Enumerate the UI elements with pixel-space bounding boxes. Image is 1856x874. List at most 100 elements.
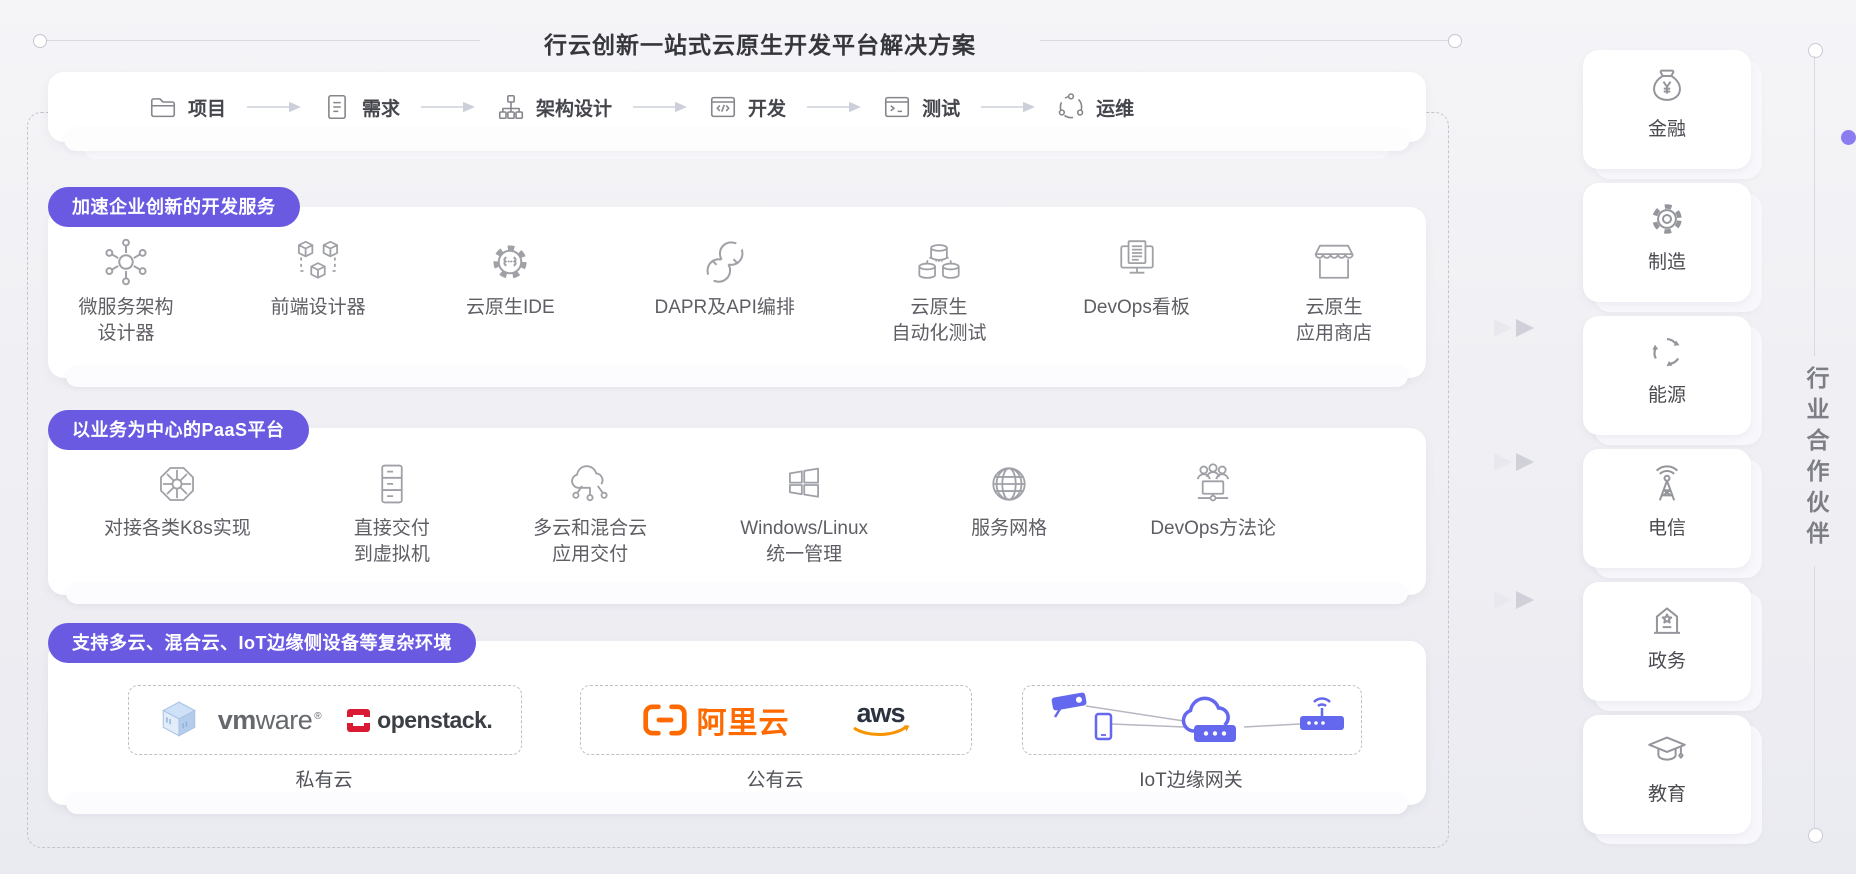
windows-logo-icon <box>778 458 830 510</box>
workflow-row: 项目 需求 架构设计 开发 测试 运维 <box>48 72 1426 142</box>
service-item-label: 多云和混合云应用交付 <box>533 516 647 568</box>
workflow-step-label: 需求 <box>362 94 400 121</box>
title-end-circle-left <box>33 34 47 48</box>
partner-line-top-circle <box>1808 43 1823 58</box>
service-item-label: DevOps看板 <box>1083 295 1190 321</box>
gear-icon <box>1644 196 1690 242</box>
industry-label: 政务 <box>1648 646 1686 673</box>
gear-code-icon <box>483 235 537 289</box>
arrow-right-icon <box>420 101 476 113</box>
purple-dot-decoration <box>1841 130 1856 145</box>
workflow-card: 项目 需求 架构设计 开发 测试 运维 <box>48 72 1426 142</box>
workflow-step-label: 架构设计 <box>536 94 612 121</box>
private-cloud-label: 私有云 <box>128 765 520 792</box>
industry-card-finance: 金融 <box>1583 50 1751 169</box>
folder-icon <box>148 92 178 122</box>
section-card-environments: vmware® openstack. 私有云 阿里云 aws 公有云 IoT边缘… <box>48 641 1426 805</box>
team-board-icon <box>1187 458 1239 510</box>
title-line-right <box>1040 40 1448 41</box>
workflow-step-project: 项目 <box>148 92 226 122</box>
industry-card-telecom: 电信 <box>1583 449 1751 568</box>
industry-label: 教育 <box>1648 779 1686 806</box>
plug-pair-icon <box>698 235 752 289</box>
openstack-mark-icon <box>347 709 370 732</box>
phone-icon <box>1096 714 1111 739</box>
workflow-step-architecture: 架构设计 <box>496 92 612 122</box>
workflow-step-label: 项目 <box>188 94 226 121</box>
title-end-circle-right <box>1448 34 1462 48</box>
service-item-label: DAPR及API编排 <box>654 295 794 321</box>
section-badge-paas: 以业务为中心的PaaS平台 <box>48 410 309 450</box>
service-item-label: 服务网格 <box>971 516 1047 542</box>
arrow-right-icon <box>632 101 688 113</box>
industry-label: 能源 <box>1648 380 1686 407</box>
double-arrow-icon <box>1492 316 1544 340</box>
cubes-icon <box>291 235 345 289</box>
service-item-cloud-test: 云原生自动化测试 <box>891 235 987 347</box>
service-item-win-linux: Windows/Linux统一管理 <box>740 458 868 568</box>
service-item-app-store: 云原生应用商店 <box>1286 235 1382 347</box>
graduation-cap-icon <box>1644 728 1690 774</box>
iot-gateway-box <box>1022 685 1362 755</box>
sitemap-icon <box>496 92 526 122</box>
aws-smile-icon <box>852 725 910 739</box>
camera-icon <box>1051 692 1087 711</box>
double-arrow-icon <box>1492 588 1544 612</box>
service-item-devops-methodology: DevOps方法论 <box>1150 458 1276 542</box>
section-badge-environments: 支持多云、混合云、IoT边缘侧设备等复杂环境 <box>48 623 476 663</box>
section-card-dev-services: 微服务架构设计器 前端设计器 云原生IDE DAPR及API编排 云原生自动化测… <box>48 207 1426 378</box>
page-title: 行云创新一站式云原生开发平台解决方案 <box>480 26 1040 60</box>
service-item-label: 对接各类K8s实现 <box>104 516 251 542</box>
workflow-step-requirement: 需求 <box>322 92 400 122</box>
arrow-right-icon <box>806 101 862 113</box>
service-item-label: 云原生IDE <box>466 295 555 321</box>
k8s-wheel-icon <box>151 458 203 510</box>
cloud-deploy-icon <box>564 458 616 510</box>
service-item-microservice-designer: 微服务架构设计器 <box>78 235 174 347</box>
server-icon <box>366 458 418 510</box>
terminal-icon <box>882 92 912 122</box>
aliyun-bracket-icon <box>643 704 687 736</box>
arrow-right-icon <box>980 101 1036 113</box>
ops-cycle-icon <box>1056 92 1086 122</box>
money-bag-icon <box>1644 63 1690 109</box>
service-row: 微服务架构设计器 前端设计器 云原生IDE DAPR及API编排 云原生自动化测… <box>48 207 1426 347</box>
public-cloud-box: 阿里云 aws <box>580 685 972 755</box>
service-item-service-mesh: 服务网格 <box>961 458 1057 542</box>
document-icon <box>322 92 352 122</box>
workflow-step-ops: 运维 <box>1056 92 1134 122</box>
service-item-label: Windows/Linux统一管理 <box>740 516 868 568</box>
service-item-label: DevOps方法论 <box>1150 516 1276 542</box>
section-card-paas: 对接各类K8s实现 直接交付到虚拟机 多云和混合云应用交付 Windows/Li… <box>48 428 1426 595</box>
service-item-devops-board: DevOps看板 <box>1083 235 1190 321</box>
government-icon <box>1644 595 1690 641</box>
service-item-cloud-native-ide: 云原生IDE <box>462 235 558 321</box>
cloud-gateway-icon <box>1183 698 1236 742</box>
industry-card-education: 教育 <box>1583 715 1751 834</box>
partner-line-upper <box>1814 56 1815 356</box>
service-item-label: 微服务架构设计器 <box>78 295 173 347</box>
service-item-label: 直接交付到虚拟机 <box>354 516 430 568</box>
microservice-hub-icon <box>99 235 153 289</box>
code-window-icon <box>708 92 738 122</box>
double-arrow-icon <box>1492 450 1544 474</box>
virtual-box-icon <box>158 699 200 741</box>
industry-label: 制造 <box>1648 247 1686 274</box>
section-badge-dev-services: 加速企业创新的开发服务 <box>48 187 300 227</box>
workflow-step-label: 测试 <box>922 94 960 121</box>
service-item-label: 云原生自动化测试 <box>892 295 987 347</box>
service-item-vm-delivery: 直接交付到虚拟机 <box>344 458 440 568</box>
database-cluster-icon <box>912 235 966 289</box>
router-icon <box>1300 699 1344 730</box>
industry-label: 金融 <box>1648 114 1686 141</box>
service-item-frontend-designer: 前端设计器 <box>270 235 366 321</box>
workflow-step-label: 开发 <box>748 94 786 121</box>
partner-vertical-label: 行业合作伙伴 <box>1799 366 1833 552</box>
aliyun-logo: 阿里云 <box>643 698 790 742</box>
service-item-multicloud-delivery: 多云和混合云应用交付 <box>533 458 647 568</box>
openstack-logo: openstack. <box>347 707 492 734</box>
partner-line-bottom-circle <box>1808 828 1823 843</box>
recycle-icon <box>1644 329 1690 375</box>
iot-gateway-label: IoT边缘网关 <box>1022 765 1360 792</box>
workflow-step-label: 运维 <box>1096 94 1134 121</box>
